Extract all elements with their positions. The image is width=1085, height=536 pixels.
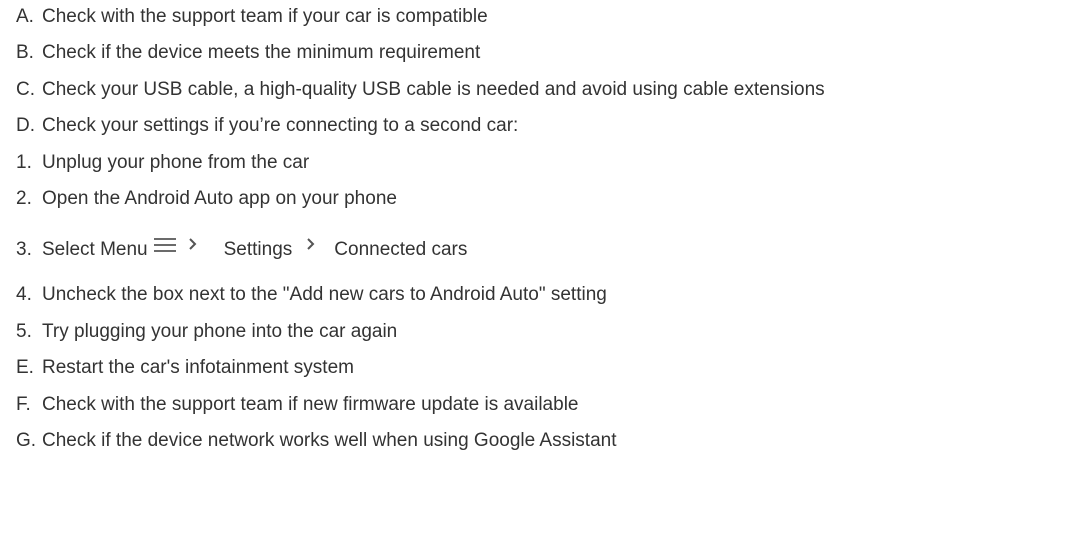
- list-marker: E.: [16, 357, 34, 378]
- list-marker: D.: [16, 115, 35, 136]
- list-marker: 3.: [16, 239, 32, 260]
- list-item-e: E. Restart the car's infotainment system: [16, 355, 354, 381]
- list-item-3: 3. Select Menu Settings Connected cars: [16, 233, 467, 267]
- list-item-2: 2. Open the Android Auto app on your pho…: [16, 186, 397, 212]
- list-item-text: Check your settings if you’re connecting…: [42, 115, 519, 136]
- list-item-text: Unplug your phone from the car: [42, 152, 310, 173]
- list-item-text: Try plugging your phone into the car aga…: [42, 321, 398, 342]
- chevron-right-icon: [306, 237, 316, 251]
- list-item-d: D. Check your settings if you’re connect…: [16, 113, 518, 139]
- list-item-text: Check with the support team if new firmw…: [42, 394, 579, 415]
- list-marker: 4.: [16, 284, 32, 305]
- list-item-f: F. Check with the support team if new fi…: [16, 392, 578, 418]
- list-marker: F.: [16, 394, 31, 415]
- list-item-4: 4. Uncheck the box next to the "Add new …: [16, 282, 607, 308]
- list-marker: A.: [16, 6, 34, 27]
- list-marker: B.: [16, 42, 34, 63]
- list-item-text: Restart the car's infotainment system: [42, 357, 354, 378]
- list-marker: 5.: [16, 321, 32, 342]
- chevron-right-icon: [188, 237, 198, 251]
- list-item-g: G. Check if the device network works wel…: [16, 428, 617, 454]
- list-marker: C.: [16, 79, 35, 100]
- list-marker: 1.: [16, 152, 32, 173]
- step-select-menu-label: Select Menu: [42, 239, 148, 260]
- list-item-text: Uncheck the box next to the "Add new car…: [42, 284, 607, 305]
- list-item-c: C. Check your USB cable, a high-quality …: [16, 77, 825, 103]
- list-item-text: Open the Android Auto app on your phone: [42, 188, 397, 209]
- list-item-text: Check if the device network works well w…: [42, 430, 617, 451]
- list-item-1: 1. Unplug your phone from the car: [16, 150, 309, 176]
- list-marker: 2.: [16, 188, 32, 209]
- hamburger-menu-icon: [153, 237, 176, 253]
- step-settings-label: Settings: [223, 239, 293, 260]
- step-connected-cars-label: Connected cars: [334, 239, 468, 260]
- list-item-text: Check if the device meets the minimum re…: [42, 42, 481, 63]
- list-item-text: Check with the support team if your car …: [42, 6, 488, 27]
- list-item-a: A. Check with the support team if your c…: [16, 4, 488, 30]
- list-marker: G.: [16, 430, 37, 451]
- list-item-5: 5. Try plugging your phone into the car …: [16, 319, 397, 345]
- list-item-b: B. Check if the device meets the minimum…: [16, 40, 480, 66]
- list-item-text: Check your USB cable, a high-quality USB…: [42, 79, 825, 100]
